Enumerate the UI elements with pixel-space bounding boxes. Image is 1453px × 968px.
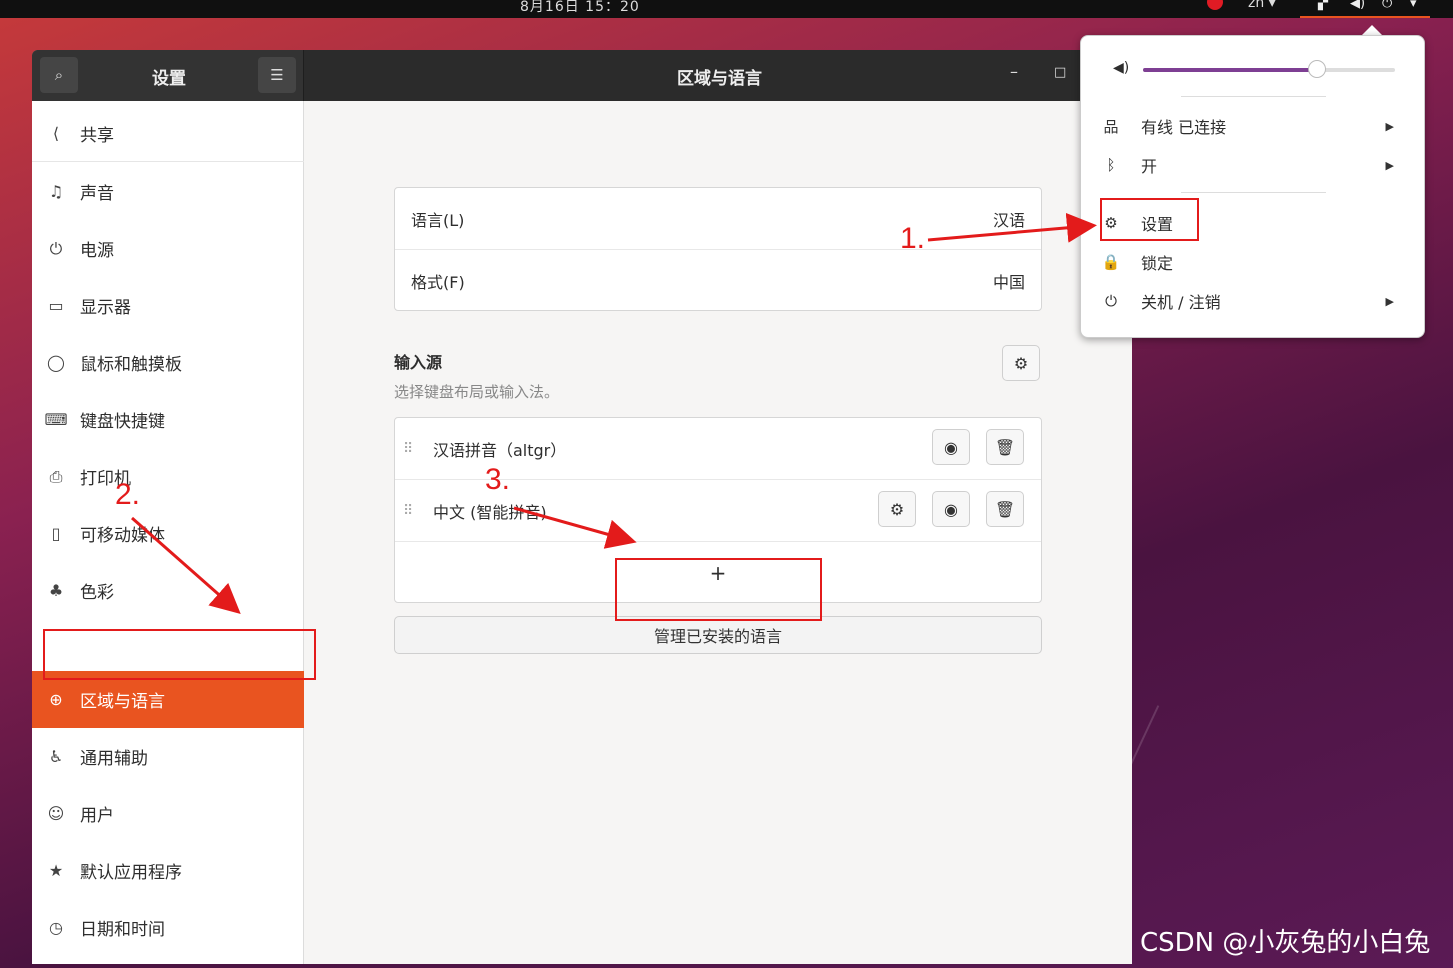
annotation-arrow-2 xyxy=(131,516,241,614)
annotation-arrows xyxy=(131,212,1097,614)
watermark: CSDN @小灰兔的小白兔 xyxy=(1140,928,1431,958)
annotation-arrow-1 xyxy=(927,212,1097,243)
annotation-arrow-3 xyxy=(513,506,637,549)
